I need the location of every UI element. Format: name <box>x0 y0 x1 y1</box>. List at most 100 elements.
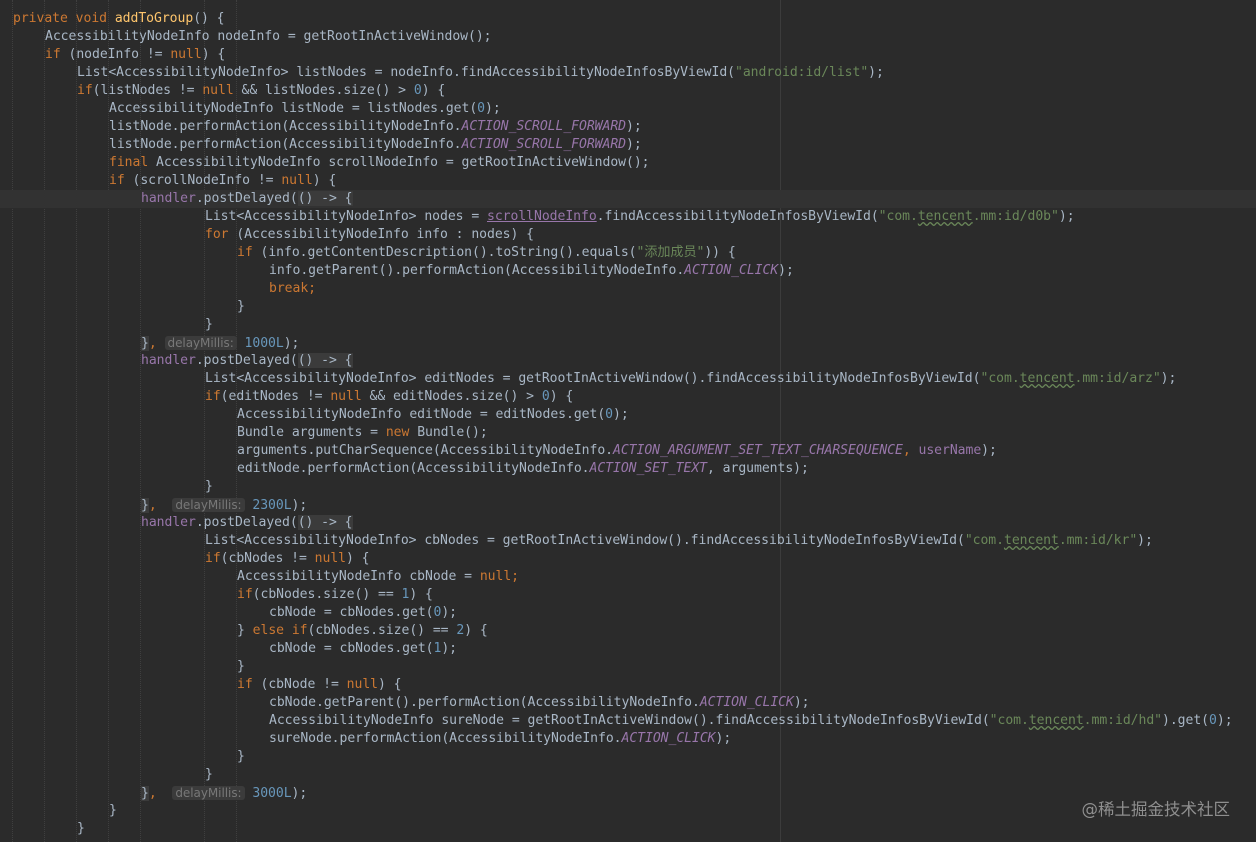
code-token: ACTION_CLICK <box>699 695 794 710</box>
code-line[interactable]: Bundle arguments = new Bundle(); <box>0 424 1256 442</box>
code-line[interactable]: AccessibilityNodeInfo listNode = listNod… <box>0 100 1256 118</box>
code-text: listNode.performAction(AccessibilityNode… <box>109 136 642 154</box>
code-line[interactable]: if(cbNodes.size() == 1) { <box>0 586 1256 604</box>
code-text: if (cbNode != null) { <box>237 676 402 694</box>
code-line[interactable]: AccessibilityNodeInfo editNode = editNod… <box>0 406 1256 424</box>
code-text: editNode.performAction(AccessibilityNode… <box>237 460 809 478</box>
code-line[interactable]: cbNode.getParent().performAction(Accessi… <box>0 694 1256 712</box>
code-text: handler.postDelayed(() -> { <box>141 514 353 532</box>
code-token: ); <box>1160 371 1177 386</box>
code-token: } <box>141 786 149 801</box>
code-line[interactable]: }, delayMillis: 2300L); <box>0 496 1256 514</box>
code-line[interactable]: }, delayMillis: 1000L); <box>0 334 1256 352</box>
code-line[interactable]: List<AccessibilityNodeInfo> nodes = scro… <box>0 208 1256 226</box>
code-token: , <box>902 443 919 458</box>
code-text: } <box>237 748 245 766</box>
code-token: ACTION_SCROLL_FORWARD <box>461 119 627 134</box>
code-line[interactable]: if (nodeInfo != null) { <box>0 46 1256 64</box>
code-token: } <box>237 623 253 638</box>
code-line[interactable]: if (scrollNodeInfo != null) { <box>0 172 1256 190</box>
code-line[interactable]: handler.postDelayed(() -> { <box>0 190 1256 208</box>
code-token: ACTION_CLICK <box>621 731 716 746</box>
code-line[interactable]: final AccessibilityNodeInfo scrollNodeIn… <box>0 154 1256 172</box>
code-line[interactable]: editNode.performAction(AccessibilityNode… <box>0 460 1256 478</box>
code-text: if(cbNodes != null) { <box>205 550 370 568</box>
code-text: arguments.putCharSequence(AccessibilityN… <box>237 442 997 460</box>
code-line[interactable]: listNode.performAction(AccessibilityNode… <box>0 118 1256 136</box>
code-token: arguments.putCharSequence(AccessibilityN… <box>237 443 613 458</box>
code-line[interactable]: listNode.performAction(AccessibilityNode… <box>0 136 1256 154</box>
code-token: if <box>237 677 261 692</box>
code-token: .postDelayed( <box>195 191 298 206</box>
code-token: )) { <box>704 245 736 260</box>
code-line[interactable]: } <box>0 316 1256 334</box>
code-token: ) { <box>464 623 488 638</box>
code-token: AccessibilityNodeInfo cbNode = <box>237 569 480 584</box>
code-text: if (info.getContentDescription().toStrin… <box>237 244 736 262</box>
code-text: if(editNodes != null && editNodes.size()… <box>205 388 573 406</box>
code-line[interactable]: } else if(cbNodes.size() == 2) { <box>0 622 1256 640</box>
code-line[interactable]: sureNode.performAction(AccessibilityNode… <box>0 730 1256 748</box>
code-token: tencent <box>1003 533 1059 548</box>
code-token: (nodeInfo != <box>68 47 171 62</box>
code-token: ); <box>868 65 884 80</box>
code-line[interactable]: handler.postDelayed(() -> { <box>0 514 1256 532</box>
code-line[interactable]: break; <box>0 280 1256 298</box>
code-token: } <box>109 803 117 818</box>
code-line[interactable]: if(editNodes != null && editNodes.size()… <box>0 388 1256 406</box>
code-line[interactable]: if (cbNode != null) { <box>0 676 1256 694</box>
code-token: (AccessibilityNodeInfo info : nodes) { <box>236 227 535 242</box>
code-token: Bundle arguments = <box>237 425 386 440</box>
code-line[interactable]: handler.postDelayed(() -> { <box>0 352 1256 370</box>
code-line[interactable]: AccessibilityNodeInfo nodeInfo = getRoot… <box>0 28 1256 46</box>
code-line[interactable]: } <box>0 766 1256 784</box>
code-token: "com. <box>989 713 1029 728</box>
code-text: cbNode = cbNodes.get(1); <box>269 640 457 658</box>
code-token: final <box>109 155 156 170</box>
code-token: if <box>109 173 133 188</box>
code-token: handler <box>141 191 196 206</box>
code-token: } <box>205 317 213 332</box>
code-token: ); <box>1058 209 1075 224</box>
code-line[interactable]: AccessibilityNodeInfo cbNode = null; <box>0 568 1256 586</box>
code-token: ); <box>1216 713 1233 728</box>
code-line[interactable]: cbNode = cbNodes.get(0); <box>0 604 1256 622</box>
code-token: && listNodes.size() > <box>241 83 414 98</box>
code-line[interactable]: cbNode = cbNodes.get(1); <box>0 640 1256 658</box>
code-line[interactable]: } <box>0 298 1256 316</box>
code-token: } <box>237 299 245 314</box>
code-line[interactable]: } <box>0 802 1256 820</box>
code-line[interactable]: } <box>0 658 1256 676</box>
code-token: .mm:id/arz" <box>1074 371 1161 386</box>
code-line[interactable]: }, delayMillis: 3000L); <box>0 784 1256 802</box>
code-token: (listNodes != <box>92 83 203 98</box>
code-token: () -> { <box>297 353 353 368</box>
code-line[interactable]: } <box>0 748 1256 766</box>
code-token: (info.getContentDescription().toString()… <box>260 245 637 260</box>
code-editor[interactable]: private void addToGroup() {Accessibility… <box>0 0 1256 842</box>
code-token: ) { <box>409 587 433 602</box>
code-line[interactable]: if(cbNodes != null) { <box>0 550 1256 568</box>
code-line[interactable]: List<AccessibilityNodeInfo> cbNodes = ge… <box>0 532 1256 550</box>
code-text: }, delayMillis: 3000L); <box>141 784 307 803</box>
code-line[interactable]: private void addToGroup() { <box>0 10 1256 28</box>
code-text: private void addToGroup() { <box>13 10 225 28</box>
code-line[interactable]: if (info.getContentDescription().toStrin… <box>0 244 1256 262</box>
code-token: info.getParent().performAction(Accessibi… <box>269 263 685 278</box>
code-line[interactable]: AccessibilityNodeInfo sureNode = getRoot… <box>0 712 1256 730</box>
code-token: ; <box>511 569 520 584</box>
code-line[interactable]: List<AccessibilityNodeInfo> listNodes = … <box>0 64 1256 82</box>
code-line[interactable]: arguments.putCharSequence(AccessibilityN… <box>0 442 1256 460</box>
code-token: ) { <box>312 173 337 188</box>
code-token: null <box>330 389 370 404</box>
code-line[interactable]: for (AccessibilityNodeInfo info : nodes)… <box>0 226 1256 244</box>
code-line[interactable]: if(listNodes != null && listNodes.size()… <box>0 82 1256 100</box>
code-line[interactable]: } <box>0 478 1256 496</box>
code-line[interactable]: List<AccessibilityNodeInfo> editNodes = … <box>0 370 1256 388</box>
code-line[interactable]: } <box>0 820 1256 838</box>
code-line[interactable]: info.getParent().performAction(Accessibi… <box>0 262 1256 280</box>
code-token: ); <box>715 731 732 746</box>
code-text: for (AccessibilityNodeInfo info : nodes)… <box>205 226 534 244</box>
code-token: List<AccessibilityNodeInfo> cbNodes = ge… <box>205 533 965 548</box>
